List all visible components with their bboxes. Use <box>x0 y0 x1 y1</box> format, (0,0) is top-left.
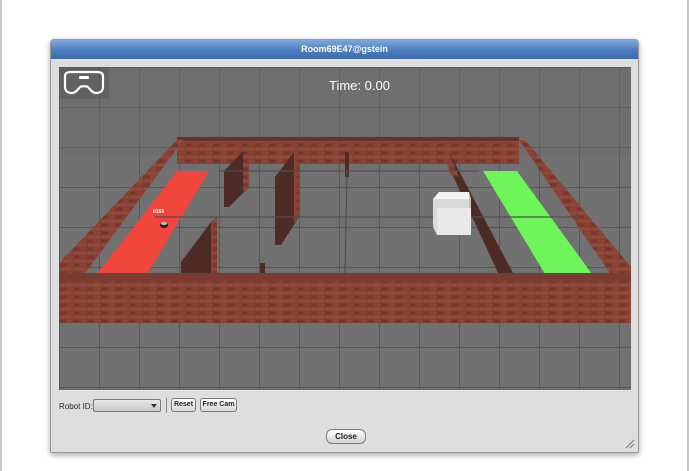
white-box-obstacle <box>433 192 471 235</box>
front-wall <box>59 281 631 323</box>
maze-scene <box>59 67 631 390</box>
reset-button[interactable]: Reset <box>171 398 196 412</box>
3d-viewport[interactable]: Time: 0.00 0169 <box>59 67 631 390</box>
close-button[interactable]: Close <box>326 429 366 444</box>
vr-headset-icon <box>63 70 105 95</box>
time-display: Time: 0.00 <box>329 78 390 93</box>
vr-toggle-button[interactable] <box>59 67 109 99</box>
control-bar: Robot ID: Reset Free Cam <box>59 398 631 416</box>
robot-id-label: Robot ID: <box>59 402 93 411</box>
resize-grip-icon[interactable] <box>625 439 635 449</box>
robot-id-select[interactable] <box>93 399 161 412</box>
toolbar-divider <box>166 398 167 413</box>
dialog-title: Room69E47@gstein <box>301 44 388 54</box>
dialog-titlebar[interactable]: Room69E47@gstein <box>51 40 638 59</box>
robot-id-tag: 0169 <box>153 209 165 215</box>
free-cam-button[interactable]: Free Cam <box>200 398 237 412</box>
simulation-dialog: Room69E47@gstein Time: 0.00 0169 Robot I… <box>50 39 639 453</box>
chevron-down-icon <box>151 404 157 408</box>
